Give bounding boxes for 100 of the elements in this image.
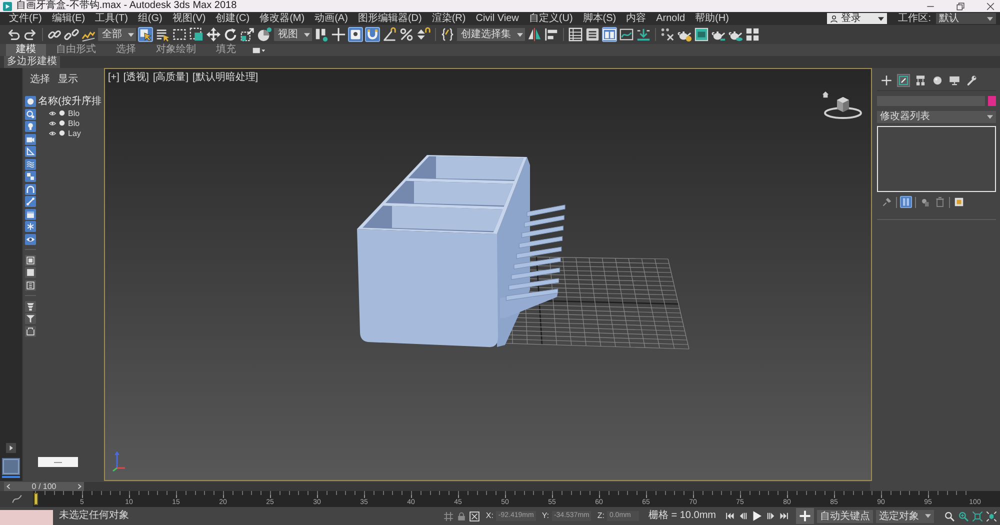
eye-icon[interactable]	[48, 110, 57, 116]
braces-icon[interactable]	[440, 27, 455, 42]
search-icon[interactable]	[944, 510, 955, 522]
trash-icon[interactable]	[934, 196, 946, 208]
play-icon[interactable]	[751, 510, 763, 522]
broken-chain-icon[interactable]	[64, 27, 79, 42]
layer-field[interactable]	[38, 457, 78, 467]
menu-item[interactable]: 修改器(M)	[254, 12, 310, 25]
menu-item[interactable]: 渲染(R)	[426, 12, 471, 25]
hash-icon[interactable]	[442, 510, 454, 522]
layout-thumbnail-icon[interactable]	[2, 458, 20, 478]
workspace-dropdown[interactable]: 默认	[936, 13, 996, 24]
storage-box-model-drawing[interactable]	[357, 155, 566, 348]
ring-icon[interactable]	[25, 108, 36, 120]
object-name[interactable]: Lay	[67, 128, 82, 138]
mirror-icon[interactable]	[527, 27, 542, 42]
ribbon-tab[interactable]: 对象绘制	[146, 44, 206, 56]
cursor-icon[interactable]	[138, 27, 153, 42]
tray-arrow-icon[interactable]	[636, 27, 651, 42]
align-icon[interactable]	[544, 27, 559, 42]
render-window-icon[interactable]	[694, 27, 709, 42]
menu-item[interactable]: 内容	[621, 12, 652, 25]
spinner-arrows-icon[interactable]	[416, 27, 431, 42]
ribbon-panel-tab[interactable]: 多边形建模	[4, 56, 60, 68]
bars-dot-icon[interactable]	[314, 27, 329, 42]
cube-arrows-icon[interactable]	[986, 510, 997, 522]
dashed-rectangle-icon[interactable]	[172, 27, 187, 42]
step-back-icon[interactable]	[738, 511, 748, 521]
crossed-square-icon[interactable]	[468, 510, 480, 522]
viewport-label[interactable]: [默认明暗处理]	[192, 72, 258, 84]
login-dropdown[interactable]: 登录	[827, 13, 888, 24]
ball-icon[interactable]	[257, 27, 272, 42]
viewport-label[interactable]: [透视]	[123, 72, 149, 84]
close-icon[interactable]	[986, 2, 995, 10]
view-cube-icon[interactable]	[823, 94, 863, 120]
funnel-icon[interactable]	[25, 313, 36, 324]
current-frame-marker[interactable]	[34, 493, 38, 505]
redo-icon[interactable]	[23, 27, 38, 42]
eye-icon[interactable]	[25, 234, 36, 244]
two-squares-icon[interactable]	[25, 171, 36, 182]
tray-icon[interactable]	[25, 326, 36, 336]
panel-menu-item[interactable]: 选择	[30, 74, 50, 96]
dashed-square-icon[interactable]	[189, 27, 204, 42]
restore-icon[interactable]	[956, 2, 965, 10]
scale-icon[interactable]	[240, 27, 255, 42]
angle-icon[interactable]	[382, 27, 397, 42]
hierarchy-icon[interactable]	[914, 74, 927, 87]
menu-item[interactable]: 动画(A)	[310, 12, 353, 25]
rectangle-caret-icon[interactable]	[252, 46, 266, 54]
menu-item[interactable]: 组(G)	[132, 12, 168, 25]
framed-square-icon[interactable]	[953, 196, 965, 208]
menu-item[interactable]: 自定义(U)	[524, 12, 578, 25]
dot-icon[interactable]	[59, 120, 65, 126]
step-forward-icon[interactable]	[766, 511, 776, 521]
set-key-button[interactable]	[796, 508, 814, 524]
list-icon[interactable]	[155, 27, 170, 42]
magnet-icon[interactable]	[365, 27, 380, 42]
layers-icon[interactable]	[585, 27, 600, 42]
chevron-left-icon[interactable]	[6, 482, 11, 490]
arch-icon[interactable]	[25, 184, 36, 194]
box-arrows-icon[interactable]	[972, 510, 983, 522]
undo-icon[interactable]	[6, 27, 21, 42]
menu-item[interactable]: 帮助(H)	[690, 12, 734, 25]
asterisk-icon[interactable]	[25, 221, 36, 232]
dot-icon[interactable]	[59, 110, 65, 116]
move-icon[interactable]	[206, 27, 221, 42]
menu-item[interactable]: Arnold	[651, 12, 690, 25]
curve-editor-button[interactable]	[0, 491, 33, 507]
rotate-icon[interactable]	[223, 27, 238, 42]
ribbon-tab[interactable]: 建模	[6, 44, 46, 56]
bone-icon[interactable]	[25, 196, 36, 207]
menu-item[interactable]: 编辑(E)	[46, 12, 90, 25]
menu-item[interactable]: 脚本(S)	[578, 12, 622, 25]
disc-icon[interactable]	[931, 74, 944, 87]
circle-square-icon[interactable]	[919, 196, 931, 208]
square-dot-icon[interactable]	[348, 27, 363, 42]
menu-item[interactable]: 视图(V)	[167, 12, 211, 25]
column-header[interactable]: 名称(按升序排	[38, 96, 104, 108]
zoom-icon[interactable]	[958, 510, 969, 522]
modifier-stack-list[interactable]	[877, 126, 996, 192]
filled-square-icon[interactable]	[25, 254, 36, 266]
dropdown[interactable]: 视图	[274, 28, 312, 41]
box-icon[interactable]	[25, 208, 36, 220]
lined-square-icon[interactable]	[25, 280, 36, 290]
ribbon-tab[interactable]: 填充	[206, 44, 246, 56]
camera-icon[interactable]	[25, 134, 36, 144]
monitor-icon[interactable]	[948, 74, 961, 87]
skip-back-icon[interactable]	[725, 511, 735, 521]
table-icon[interactable]	[568, 27, 583, 42]
sphere-icon[interactable]	[25, 96, 36, 107]
pin-icon[interactable]	[881, 196, 893, 208]
plus-icon[interactable]	[880, 74, 893, 87]
key-filter-dropdown[interactable]: 选定对象	[876, 510, 934, 522]
eye-icon[interactable]	[48, 130, 57, 136]
square-icon[interactable]	[25, 267, 36, 278]
viewport-label[interactable]: [高质量]	[152, 72, 189, 84]
menu-item[interactable]: 创建(C)	[210, 12, 255, 25]
object-name[interactable]: Blo	[67, 118, 81, 128]
dot-icon[interactable]	[59, 130, 65, 136]
menu-item[interactable]: 文件(F)	[4, 12, 47, 25]
